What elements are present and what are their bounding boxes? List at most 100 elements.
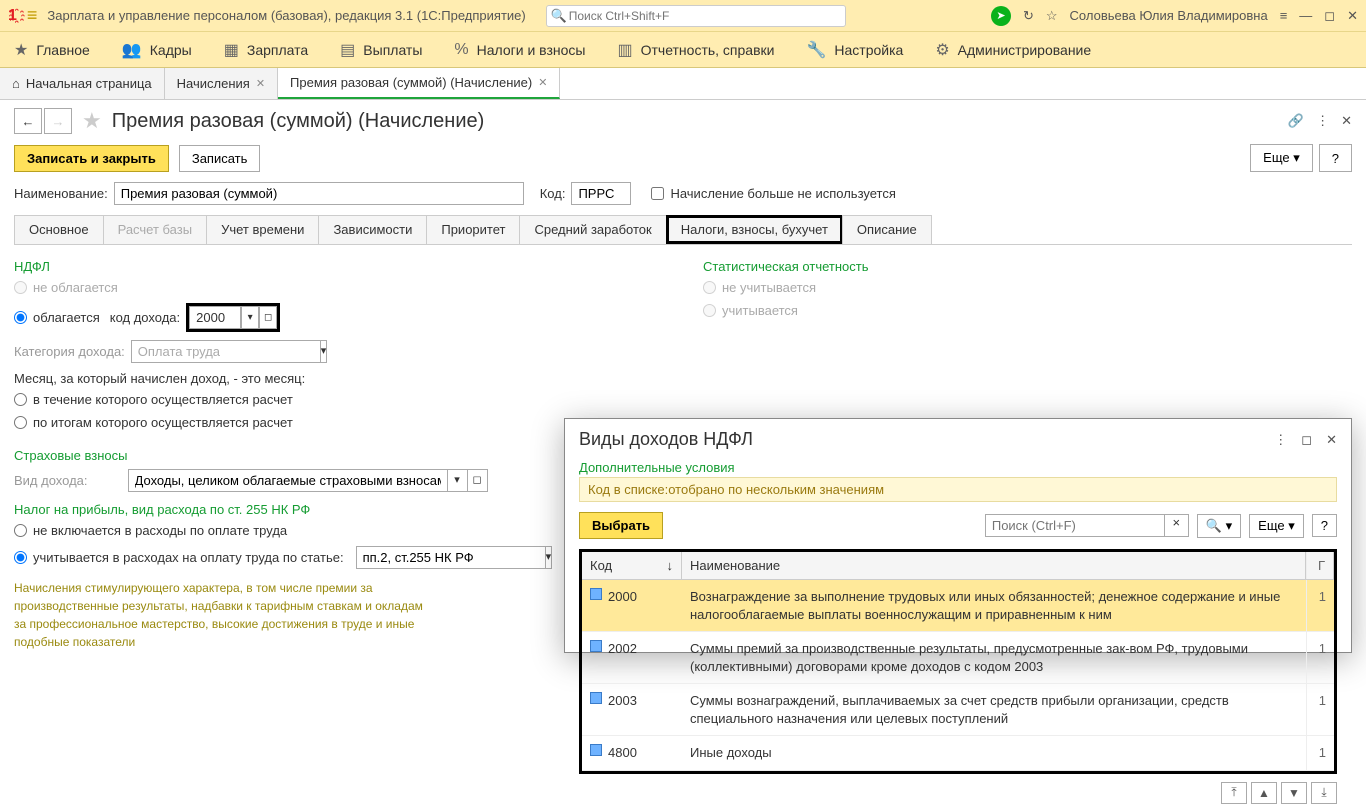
tab-close-icon[interactable]: ✕ [538, 76, 547, 89]
close-form-icon[interactable]: ✕ [1341, 113, 1352, 129]
tab-premia[interactable]: Премия разовая (суммой) (Начисление)✕ [278, 68, 560, 99]
ndfl-not-taxed-radio [14, 281, 27, 294]
chevron-down-icon[interactable]: ▾ [546, 546, 553, 569]
tab-zavisimosti[interactable]: Зависимости [318, 215, 427, 244]
profit-opt2-radio[interactable] [14, 551, 27, 564]
menu-nalogi[interactable]: %Налоги и взносы [454, 41, 585, 59]
scroll-bottom-icon[interactable]: ⤓ [1311, 782, 1337, 804]
scroll-top-icon[interactable]: ⤒ [1221, 782, 1247, 804]
popup-more-button[interactable]: Еще ▾ [1249, 514, 1304, 538]
table-row[interactable]: 2000 Вознаграждение за выполнение трудов… [582, 580, 1334, 632]
user-name[interactable]: Соловьева Юлия Владимировна [1070, 8, 1268, 23]
menu-main[interactable]: ★Главное [14, 40, 90, 60]
tabs-bar: ⌂Начальная страница Начисления✕ Премия р… [0, 68, 1366, 100]
table-row[interactable]: 2002 Суммы премий за производственные ре… [582, 632, 1334, 684]
income-types-table: Код↓ Наименование Г 2000 Вознаграждение … [579, 549, 1337, 774]
menu-nastroika[interactable]: 🔧Настройка [806, 40, 903, 60]
unused-checkbox[interactable] [651, 187, 664, 200]
forward-button[interactable]: → [44, 108, 72, 134]
income-types-popup: Виды доходов НДФЛ ⋮ ◻ ✕ Дополнительные у… [564, 418, 1352, 653]
menu-admin[interactable]: ⚙Администрирование [935, 40, 1091, 60]
menu-kadry[interactable]: 👥Кадры [122, 40, 192, 60]
row-icon [590, 640, 602, 652]
close-icon[interactable]: ✕ [1347, 8, 1358, 24]
link-icon[interactable]: 🔗 [1288, 113, 1304, 129]
kebab-icon[interactable]: ⋮ [1316, 113, 1329, 129]
menu-otchet[interactable]: ▥Отчетность, справки [617, 40, 774, 60]
ndfl-header: НДФЛ [14, 259, 663, 274]
tab-osnovnoe[interactable]: Основное [14, 215, 104, 244]
tab-raschet-bazy[interactable]: Расчет базы [103, 215, 208, 244]
favorite-icon[interactable]: ★ [82, 108, 102, 134]
close-icon[interactable]: ✕ [1326, 432, 1337, 448]
telegram-icon[interactable]: ➤ [991, 6, 1011, 26]
tab-nachisleniya[interactable]: Начисления✕ [165, 68, 278, 99]
income-type-field[interactable] [128, 469, 448, 492]
income-code-field[interactable]: 2000 [189, 306, 241, 329]
star-icon[interactable]: ☆ [1046, 8, 1058, 24]
calc-icon: ▦ [224, 40, 239, 60]
app-title: Зарплата и управление персоналом (базова… [47, 8, 525, 23]
table-row[interactable]: 4800 Иные доходы 1 [582, 736, 1334, 771]
stat-opt1-radio [703, 281, 716, 294]
profit-opt1-radio[interactable] [14, 524, 27, 537]
search-input[interactable] [546, 5, 846, 27]
tab-home[interactable]: ⌂Начальная страница [0, 68, 165, 99]
maximize-icon[interactable]: ◻ [1301, 432, 1312, 448]
tab-prioritet[interactable]: Приоритет [426, 215, 520, 244]
menu-vyplaty[interactable]: ▤Выплаты [340, 40, 422, 60]
kebab-icon[interactable]: ⋮ [1274, 432, 1287, 448]
back-button[interactable]: ← [14, 108, 42, 134]
clear-search-icon[interactable]: × [1165, 514, 1189, 537]
save-close-button[interactable]: Записать и закрыть [14, 145, 169, 172]
popup-search: × [985, 514, 1189, 537]
home-icon: ⌂ [12, 76, 20, 91]
tab-sredniy[interactable]: Средний заработок [519, 215, 666, 244]
month-opt1-radio[interactable] [14, 393, 27, 406]
save-button[interactable]: Записать [179, 145, 261, 172]
tab-opisanie[interactable]: Описание [842, 215, 932, 244]
sort-icon[interactable]: ↓ [667, 558, 674, 573]
month-opt2-radio[interactable] [14, 416, 27, 429]
popup-help-button[interactable]: ? [1312, 514, 1337, 537]
main-menu: ★Главное 👥Кадры ▦Зарплата ▤Выплаты %Нало… [0, 32, 1366, 68]
ndfl-taxed-radio[interactable] [14, 311, 27, 324]
maximize-icon[interactable]: ◻ [1324, 8, 1335, 24]
table-row[interactable]: 2003 Суммы вознаграждений, выплачиваемых… [582, 684, 1334, 736]
filter-bar[interactable]: Код в списке:отобрано по нескольким знач… [579, 477, 1337, 502]
select-button[interactable]: Выбрать [579, 512, 663, 539]
content: ← → ★ Премия разовая (суммой) (Начислени… [0, 100, 1366, 659]
help-button[interactable]: ? [1319, 144, 1352, 172]
title-actions: 🔗 ⋮ ✕ [1288, 113, 1352, 129]
title-row: ← → ★ Премия разовая (суммой) (Начислени… [14, 108, 1352, 134]
grid-header: Код↓ Наименование Г [582, 552, 1334, 580]
filter-icon[interactable]: ≡ [1280, 8, 1288, 23]
stat-header: Статистическая отчетность [703, 259, 1352, 274]
popup-title: Виды доходов НДФЛ [579, 429, 753, 450]
scroll-down-icon[interactable]: ▼ [1281, 782, 1307, 804]
popup-search-input[interactable] [985, 514, 1165, 537]
minimize-icon[interactable]: — [1299, 8, 1312, 23]
tab-close-icon[interactable]: ✕ [256, 77, 265, 90]
scroll-up-icon[interactable]: ▲ [1251, 782, 1277, 804]
chevron-down-icon[interactable]: ▾ [321, 340, 328, 363]
grid-body[interactable]: 2000 Вознаграждение за выполнение трудов… [582, 580, 1334, 771]
chevron-down-icon[interactable]: ▾ [448, 469, 468, 492]
menu-icon[interactable]: ≡ [27, 5, 38, 26]
menu-zarplata[interactable]: ▦Зарплата [224, 40, 308, 60]
tab-nalogi[interactable]: Налоги, взносы, бухучет [666, 215, 843, 244]
open-icon[interactable]: ◻ [468, 469, 488, 492]
income-code-wrap[interactable]: 2000 ▾ ◻ [186, 303, 280, 332]
history-icon[interactable]: ↻ [1023, 8, 1034, 24]
more-button[interactable]: Еще ▾ [1250, 144, 1313, 172]
code-label: Код: [540, 186, 566, 201]
tab-uchet-vremeni[interactable]: Учет времени [206, 215, 319, 244]
income-cat-field[interactable] [131, 340, 321, 363]
search-dropdown-button[interactable]: 🔍 ▾ [1197, 514, 1241, 538]
code-field[interactable] [571, 182, 631, 205]
stat-opt2-radio [703, 304, 716, 317]
profit-article-field[interactable] [356, 546, 546, 569]
dropdown-icon[interactable]: ▾ [241, 306, 259, 329]
open-icon[interactable]: ◻ [259, 306, 277, 329]
name-field[interactable] [114, 182, 524, 205]
